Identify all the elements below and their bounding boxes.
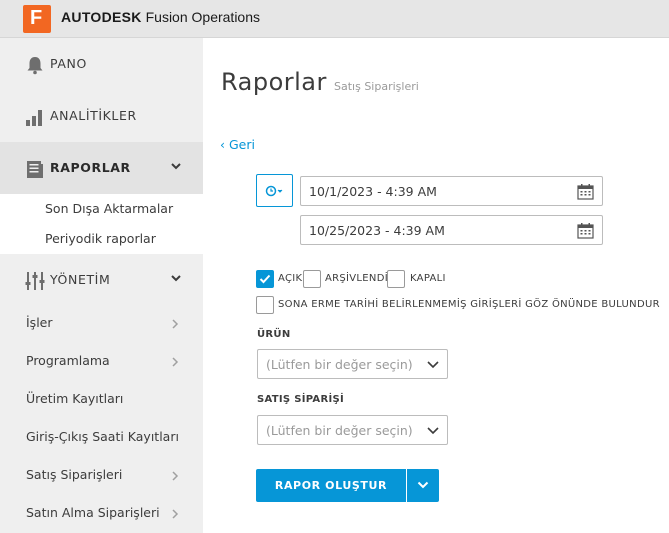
bell-icon [27,57,43,75]
calendar-icon[interactable] [577,183,594,200]
sidebar-item-label: Giriş-Çıkış Saati Kayıtları [26,429,179,444]
start-date-value: 10/1/2023 - 4:39 AM [309,184,437,199]
subitem-label: Periyodik raporlar [45,231,156,246]
sidebar-subitem-periyodik-raporlar[interactable]: Periyodik raporlar [0,224,203,254]
checkmark-icon [259,274,271,284]
logo-letter: F [30,7,43,29]
sidebar-label-yonetim: YÖNETİM [50,272,111,287]
checkbox-label-kapali: KAPALI [410,273,446,284]
brand-rest: Fusion Operations [145,9,261,25]
chevron-right-icon [172,319,179,329]
bar-chart-icon [26,110,42,126]
sidebar-item-label: Üretim Kayıtları [26,391,124,406]
sidebar-label-raporlar: RAPORLAR [50,160,131,175]
calendar-icon[interactable] [577,222,594,239]
sales-order-label: SATIŞ SİPARİŞİ [257,394,345,405]
chevron-down-icon[interactable] [170,272,182,284]
sales-order-select[interactable]: (Lütfen bir değer seçin) [257,415,448,445]
chevron-right-icon [172,509,179,519]
checkbox-ignore-expired[interactable] [256,296,274,314]
sidebar-item-isler[interactable]: İşler [0,304,203,342]
start-date-field[interactable]: 10/1/2023 - 4:39 AM [300,176,603,206]
product-label: ÜRÜN [257,329,291,340]
chevron-down-icon[interactable] [170,160,182,172]
end-date-field[interactable]: 10/25/2023 - 4:39 AM [300,215,603,245]
brand-bold: AUTODESK [61,9,142,25]
sidebar-item-uretim-kayitlari[interactable]: Üretim Kayıtları [0,380,203,418]
sidebar-item-label: İşler [26,315,53,330]
checkbox-kapali[interactable] [387,270,405,288]
checkbox-label-ignore-expired: SONA ERME TARİHİ BELİRLENMEMİŞ GİRİŞLERİ… [278,299,660,310]
sidebar-item-satis-siparisleri[interactable]: Satış Siparişleri [0,456,203,494]
sidebar-item-satin-alma-siparisleri[interactable]: Satın Alma Siparişleri [0,494,203,532]
checkbox-acik[interactable] [256,270,274,288]
sidebar-item-giris-cikis-saati-kayitlari[interactable]: Giriş-Çıkış Saati Kayıtları [0,418,203,456]
back-link[interactable]: ‹ Geri [220,137,255,152]
sidebar: PANO ANALİTİKLER RAPORLAR Son Dışa Aktar… [0,38,203,533]
clock-icon [265,185,283,197]
sidebar-label-analitikler: ANALİTİKLER [50,108,137,123]
sidebar-subitem-son-disa-aktarmalar[interactable]: Son Dışa Aktarmalar [0,194,203,224]
chevron-down-icon [427,427,439,435]
sales-order-placeholder: (Lütfen bir değer seçin) [266,423,413,438]
checkbox-label-arsivlendi: ARŞİVLENDİ [325,273,388,284]
page-title: Raporlar [221,68,327,96]
checkbox-label-acik: AÇIK [278,273,303,284]
end-date-value: 10/25/2023 - 4:39 AM [309,223,445,238]
chevron-down-icon [417,481,429,489]
sidebar-item-programlama[interactable]: Programlama [0,342,203,380]
fusion-logo-icon[interactable]: F [23,5,51,33]
sidebar-label-pano: PANO [50,56,87,71]
checkbox-arsivlendi[interactable] [303,270,321,288]
generate-report-button[interactable]: RAPOR OLUŞTUR [256,469,406,502]
sidebar-item-label: Satış Siparişleri [26,467,123,482]
subitem-label: Son Dışa Aktarmalar [45,201,174,216]
chevron-down-icon [427,361,439,369]
top-bar: F AUTODESK Fusion Operations [0,0,669,38]
page-subtitle: Satış Siparişleri [334,80,419,93]
generate-report-dropdown-button[interactable] [407,469,439,502]
main-content: Raporlar Satış Siparişleri ‹ Geri 10/1/2… [203,38,669,533]
time-range-button[interactable] [256,174,293,207]
product-select[interactable]: (Lütfen bir değer seçin) [257,349,448,379]
sidebar-item-label: Programlama [26,353,110,368]
chevron-right-icon [172,357,179,367]
generate-report-label: RAPOR OLUŞTUR [274,479,388,492]
document-icon [27,161,43,178]
sidebar-item-raporlar[interactable]: RAPORLAR [0,142,203,194]
sidebar-item-pano[interactable]: PANO [0,38,203,90]
brand-name: AUTODESK Fusion Operations [61,9,260,25]
chevron-right-icon [172,471,179,481]
product-placeholder: (Lütfen bir değer seçin) [266,357,413,372]
sidebar-item-label: Satın Alma Siparişleri [26,505,160,520]
sidebar-item-analitikler[interactable]: ANALİTİKLER [0,90,203,142]
sidebar-item-yonetim[interactable]: YÖNETİM [0,254,203,306]
sliders-icon [25,272,45,290]
